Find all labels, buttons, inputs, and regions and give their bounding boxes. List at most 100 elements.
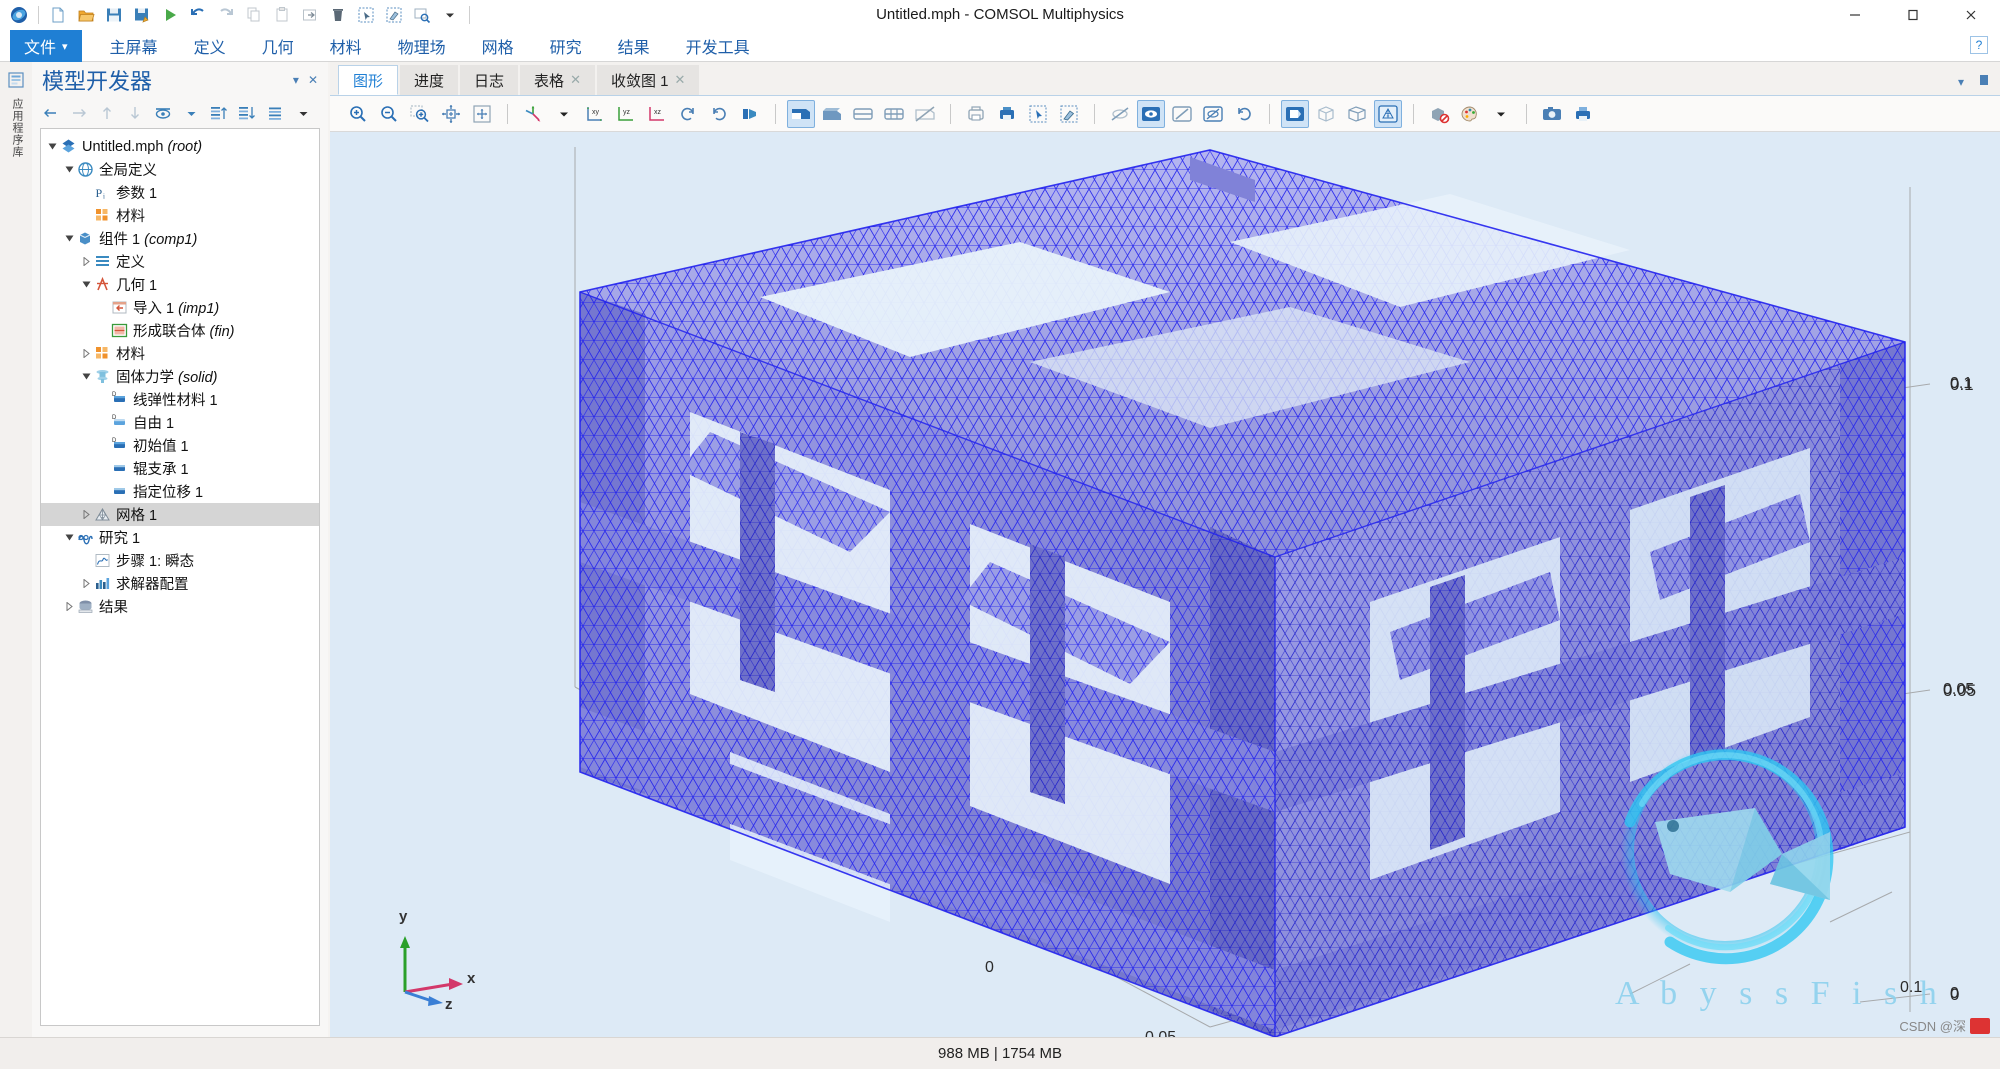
tree-item-5[interactable]: 定义	[41, 250, 319, 273]
axis-view-dropdown-icon[interactable]	[550, 100, 578, 128]
clip-plane-icon[interactable]	[736, 100, 764, 128]
open-folder-icon[interactable]	[73, 2, 99, 28]
copy-icon[interactable]	[241, 2, 267, 28]
back-arrow-icon[interactable]	[42, 104, 60, 122]
panel-pin-icon[interactable]	[1978, 74, 1990, 89]
rotate-cw-icon[interactable]	[674, 100, 702, 128]
new-file-icon[interactable]	[45, 2, 71, 28]
select-box-icon[interactable]	[353, 2, 379, 28]
tree-item-12[interactable]: D自由 1	[41, 411, 319, 434]
close-icon[interactable]: ✕	[570, 72, 581, 88]
tree-item-0[interactable]: Untitled.mph (root)	[41, 135, 319, 158]
color-dropdown-icon[interactable]	[1487, 100, 1515, 128]
tab-progress[interactable]: 进度	[400, 65, 458, 95]
tab-log[interactable]: 日志	[460, 65, 518, 95]
tree-item-6[interactable]: 几何 1	[41, 273, 319, 296]
scene-light-off-icon[interactable]	[911, 100, 939, 128]
move-down-icon[interactable]	[126, 104, 144, 122]
tab-table[interactable]: 表格 ✕	[520, 65, 595, 95]
help-button[interactable]: ?	[1970, 36, 1988, 54]
show-dropdown-icon[interactable]	[182, 104, 200, 122]
clear-selection-graphics-icon[interactable]	[1055, 100, 1083, 128]
tree-item-4[interactable]: 组件 1 (comp1)	[41, 227, 319, 250]
tab-convergence-plot-1[interactable]: 收敛图 1 ✕	[597, 65, 699, 95]
tab-geometry[interactable]: 几何	[244, 30, 312, 61]
tree-item-16[interactable]: 网格 1	[41, 503, 319, 526]
tree-item-20[interactable]: 结果	[41, 595, 319, 618]
delete-icon[interactable]	[325, 2, 351, 28]
twisty-collapsed-icon[interactable]	[79, 347, 93, 361]
application-libraries-strip[interactable]: 应用程序库	[0, 62, 32, 1069]
tree-item-1[interactable]: 全局定义	[41, 158, 319, 181]
zoom-to-fit-icon[interactable]	[468, 100, 496, 128]
hide-selected-icon[interactable]	[1168, 100, 1196, 128]
tab-study[interactable]: 研究	[532, 30, 600, 61]
tab-mesh[interactable]: 网格	[464, 30, 532, 61]
move-up-icon[interactable]	[98, 104, 116, 122]
panel-menu-icon[interactable]: ▾	[1958, 75, 1964, 89]
show-all-icon[interactable]	[1137, 100, 1165, 128]
qat-dropdown-icon[interactable]	[437, 2, 463, 28]
scene-light-4-icon[interactable]	[880, 100, 908, 128]
show-hide-icon[interactable]	[154, 104, 172, 122]
save-plot-icon[interactable]	[993, 100, 1021, 128]
twisty-expanded-icon[interactable]	[62, 232, 76, 246]
snapshot-icon[interactable]	[1538, 100, 1566, 128]
undo-icon[interactable]	[185, 2, 211, 28]
transparency-icon[interactable]	[1281, 100, 1309, 128]
print-icon[interactable]	[1569, 100, 1597, 128]
tab-results[interactable]: 结果	[600, 30, 668, 61]
tree-item-17[interactable]: 研究 1	[41, 526, 319, 549]
close-button[interactable]	[1942, 0, 2000, 30]
twisty-collapsed-icon[interactable]	[79, 255, 93, 269]
wireframe-icon[interactable]	[1312, 100, 1340, 128]
zoom-box-icon[interactable]	[406, 100, 434, 128]
reset-hiding-icon[interactable]	[1230, 100, 1258, 128]
expand-all-icon[interactable]	[210, 104, 228, 122]
tree-options-icon[interactable]	[266, 104, 284, 122]
tree-item-13[interactable]: D初始值 1	[41, 434, 319, 457]
run-icon[interactable]	[157, 2, 183, 28]
twisty-expanded-icon[interactable]	[45, 140, 59, 154]
print-preview-icon[interactable]	[962, 100, 990, 128]
twisty-expanded-icon[interactable]	[79, 278, 93, 292]
select-box-graphics-icon[interactable]	[1024, 100, 1052, 128]
tree-item-7[interactable]: 导入 1 (imp1)	[41, 296, 319, 319]
tab-definitions[interactable]: 定义	[176, 30, 244, 61]
zoom-extents-icon[interactable]	[437, 100, 465, 128]
collapse-all-icon[interactable]	[238, 104, 256, 122]
save-as-icon[interactable]	[129, 2, 155, 28]
rotate-ccw-icon[interactable]	[705, 100, 733, 128]
tree-item-18[interactable]: 步骤 1: 瞬态	[41, 549, 319, 572]
ribbon-file-button[interactable]: 文件 ▾	[10, 30, 82, 62]
no-color-icon[interactable]	[1425, 100, 1453, 128]
tree-item-19[interactable]: 求解器配置	[41, 572, 319, 595]
color-palette-icon[interactable]	[1456, 100, 1484, 128]
minimize-button[interactable]	[1826, 0, 1884, 30]
show-mesh-icon[interactable]	[1374, 100, 1402, 128]
graphics-canvas[interactable]: A b y s s F i s h 0.1 0.05 0 m 0 0.05 0.…	[330, 132, 2000, 1037]
zoom-in-icon[interactable]	[344, 100, 372, 128]
zoom-out-icon[interactable]	[375, 100, 403, 128]
show-grid-icon[interactable]	[1343, 100, 1371, 128]
tree-item-14[interactable]: 辊支承 1	[41, 457, 319, 480]
duplicate-icon[interactable]	[297, 2, 323, 28]
view-yz-icon[interactable]: yz	[612, 100, 640, 128]
save-icon[interactable]	[101, 2, 127, 28]
zoom-selection-icon[interactable]	[409, 2, 435, 28]
tab-graphics[interactable]: 图形	[338, 65, 398, 95]
twisty-expanded-icon[interactable]	[79, 370, 93, 384]
tree-item-11[interactable]: D线弹性材料 1	[41, 388, 319, 411]
maximize-restore-button[interactable]	[1884, 0, 1942, 30]
model-tree-container[interactable]: Untitled.mph (root)全局定义Pi参数 1材料组件 1 (com…	[40, 128, 320, 1026]
axis-view-icon[interactable]	[519, 100, 547, 128]
tree-item-9[interactable]: 材料	[41, 342, 319, 365]
tree-item-10[interactable]: 固体力学 (solid)	[41, 365, 319, 388]
tab-physics[interactable]: 物理场	[380, 30, 464, 61]
twisty-collapsed-icon[interactable]	[79, 508, 93, 522]
tree-item-3[interactable]: 材料	[41, 204, 319, 227]
tree-item-8[interactable]: 形成联合体 (fin)	[41, 319, 319, 342]
scene-light-2-icon[interactable]	[818, 100, 846, 128]
twisty-collapsed-icon[interactable]	[79, 577, 93, 591]
tree-item-2[interactable]: Pi参数 1	[41, 181, 319, 204]
